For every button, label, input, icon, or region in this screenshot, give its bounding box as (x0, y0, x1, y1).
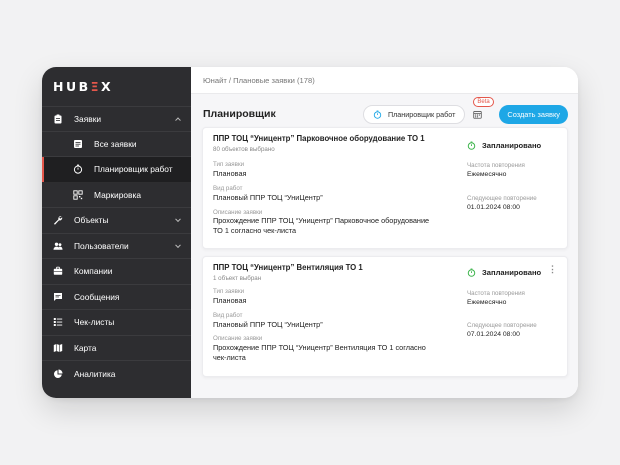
chat-icon (53, 292, 63, 302)
chevron-down-icon (175, 242, 181, 248)
sidebar-item-marking[interactable]: Маркировка (42, 183, 191, 208)
request-type-label: Тип заявки (213, 288, 245, 295)
card-title: ППР ТОЦ “Уницентр” Вентиляция ТО 1 (213, 263, 363, 272)
request-type-value: Плановая (213, 296, 247, 305)
description-line-1: Прохождение ППР ТОЦ “Уницентр” Парковочн… (213, 216, 430, 225)
request-card[interactable]: ППР ТОЦ “Уницентр” Парковочное оборудова… (202, 127, 568, 249)
next-repeat-label: Следующее повторение (467, 322, 537, 329)
description-label: Описание заявки (213, 335, 263, 342)
work-type-value: Плановый ППР ТОЦ “УниЦентр” (213, 193, 323, 202)
status-text: Запланировано (482, 268, 542, 277)
description-line-2: чек-листа (213, 352, 246, 362)
sidebar-item-label: Чек-листы (74, 317, 115, 328)
frequency-value: Ежемесячно (467, 299, 507, 306)
checklist-icon (53, 317, 63, 327)
stopwatch-icon (467, 268, 476, 277)
sidebar-item-all-requests[interactable]: Все заявки (42, 132, 191, 157)
description-line-1: Прохождение ППР ТОЦ “Уницентр” Вентиляци… (213, 343, 426, 352)
calendar-view-button[interactable]: Beta (469, 96, 494, 124)
sidebar-item-label: Сообщения (74, 291, 120, 302)
beta-badge: Beta (473, 96, 494, 107)
app-window: HUB Ξ X Заявки Все заявки Планировщик рабо… (42, 67, 578, 398)
next-repeat-value: 01.01.2024 08:00 (467, 204, 520, 211)
sidebar-item-label: Объекты (74, 215, 109, 226)
sidebar-item-objects[interactable]: Объекты (42, 208, 191, 234)
logo-text-end: X (101, 78, 114, 94)
next-repeat-value: 07.01.2024 08:00 (467, 331, 520, 338)
sidebar-item-label: Карта (74, 342, 97, 353)
sidebar-item-label: Маркировка (94, 189, 141, 200)
chevron-up-icon (175, 117, 181, 123)
page-title: Планировщик (203, 108, 276, 120)
stopwatch-icon (467, 141, 476, 150)
work-planner-button[interactable]: Планировщик работ (362, 104, 466, 124)
frequency-label: Частота повторения (467, 290, 525, 297)
frequency-label: Частота повторения (467, 162, 525, 169)
clipboard-icon (53, 114, 63, 124)
main-content: Юнайт / Плановые заявки (178) Планировщи… (191, 67, 578, 398)
create-request-button[interactable]: Создать заявку (499, 104, 568, 124)
status-badge: Запланировано (467, 268, 541, 277)
qr-code-icon (73, 190, 83, 200)
logo-text: HUB (53, 78, 91, 94)
pie-chart-icon (53, 369, 63, 379)
page-header: Планировщик Планировщик работ Beta Созда… (191, 96, 578, 130)
sidebar: HUB Ξ X Заявки Все заявки Планировщик рабо… (42, 67, 191, 398)
map-icon (53, 343, 63, 353)
users-icon (53, 241, 63, 251)
logo[interactable]: HUB Ξ X (42, 67, 191, 105)
work-planner-button-label: Планировщик работ (387, 109, 456, 119)
sidebar-item-users[interactable]: Пользователи (42, 234, 191, 259)
sidebar-item-work-planner[interactable]: Планировщик работ (42, 157, 191, 183)
description-line-2: ТО 1 согласно чек-листа (213, 225, 297, 235)
briefcase-icon (53, 266, 63, 276)
frequency-value: Ежемесячно (467, 171, 507, 178)
next-repeat-label: Следующее повторение (467, 195, 537, 202)
request-type-value: Плановая (213, 169, 247, 178)
card-subtitle: 80 объектов выбрано (213, 146, 275, 153)
calendar-icon (473, 110, 482, 119)
request-card[interactable]: ППР ТОЦ “Уницентр” Вентиляция ТО 1 1 объ… (202, 256, 568, 377)
work-type-label: Вид работ (213, 185, 243, 192)
stopwatch-icon (73, 164, 83, 174)
logo-accent: Ξ (90, 78, 102, 94)
work-type-value: Плановый ППР ТОЦ “УниЦентр” (213, 320, 323, 329)
topbar: Юнайт / Плановые заявки (178) (191, 67, 578, 94)
card-subtitle: 1 объект выбран (213, 275, 262, 282)
request-type-label: Тип заявки (213, 161, 245, 168)
sidebar-item-label: Все заявки (94, 138, 137, 149)
sidebar-item-map[interactable]: Карта (42, 336, 191, 361)
sidebar-item-checklists[interactable]: Чек-листы (42, 310, 191, 336)
sidebar-item-label: Пользователи (74, 240, 129, 251)
work-type-label: Вид работ (213, 312, 243, 319)
status-text: Запланировано (482, 141, 542, 150)
status-badge: Запланировано (467, 141, 541, 150)
description-label: Описание заявки (213, 209, 263, 216)
breadcrumb[interactable]: Юнайт / Плановые заявки (178) (203, 76, 315, 85)
list-icon (73, 139, 83, 149)
more-options-icon[interactable]: ⋮ (548, 264, 557, 275)
stopwatch-icon (373, 110, 382, 119)
wrench-icon (53, 215, 63, 225)
sidebar-item-label: Заявки (74, 113, 102, 124)
sidebar-item-label: Компании (74, 266, 113, 277)
sidebar-item-label: Аналитика (74, 368, 116, 379)
sidebar-item-label: Планировщик работ (94, 164, 173, 175)
sidebar-item-messages[interactable]: Сообщения (42, 285, 191, 310)
card-title: ППР ТОЦ “Уницентр” Парковочное оборудова… (213, 134, 425, 143)
chevron-down-icon (175, 216, 181, 223)
sidebar-item-requests[interactable]: Заявки (42, 106, 191, 132)
sidebar-item-companies[interactable]: Компании (42, 259, 191, 285)
sidebar-item-analytics[interactable]: Аналитика (42, 361, 191, 387)
